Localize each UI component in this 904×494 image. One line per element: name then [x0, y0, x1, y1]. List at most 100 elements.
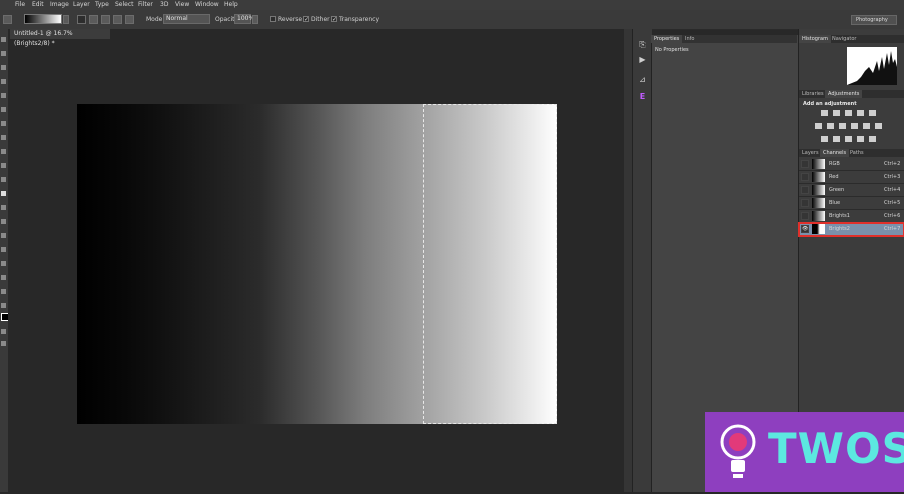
adjustment-icon[interactable]: ⊿ [637, 74, 648, 85]
gradient-preview[interactable] [24, 14, 62, 24]
menu-select[interactable]: Select [115, 1, 134, 8]
tab-paths[interactable]: Paths [847, 149, 867, 157]
tab-libraries[interactable]: Libraries [799, 90, 827, 98]
history-brush-tool-icon[interactable] [1, 163, 6, 168]
channel-shortcut: Ctrl+3 [884, 174, 901, 180]
tab-navigator[interactable]: Navigator [829, 35, 859, 43]
eyedropper-tool-icon[interactable] [1, 107, 6, 112]
reflected-gradient-button[interactable] [113, 15, 122, 24]
brightness-contrast-icon[interactable] [821, 110, 828, 116]
shape-tool-icon[interactable] [1, 275, 6, 280]
history-icon[interactable]: ⎘ [637, 39, 648, 50]
quick-mask-icon[interactable] [1, 329, 6, 334]
panel-divider[interactable] [624, 29, 632, 492]
channel-mixer-icon[interactable] [875, 123, 882, 129]
type-tool-icon[interactable] [1, 247, 6, 252]
channel-row-rgb[interactable]: RGB Ctrl+2 [799, 158, 904, 171]
visibility-toggle[interactable] [801, 160, 809, 168]
visibility-toggle[interactable] [801, 186, 809, 194]
marquee-tool-icon[interactable] [1, 51, 6, 56]
opacity-input[interactable]: 100% [234, 14, 254, 24]
crop-tool-icon[interactable] [1, 93, 6, 98]
menu-file[interactable]: File [15, 1, 25, 8]
threshold-icon[interactable] [845, 136, 852, 142]
menu-window[interactable]: Window [195, 1, 219, 8]
lightbulb-icon [720, 424, 756, 478]
invert-icon[interactable] [821, 136, 828, 142]
visibility-toggle[interactable] [801, 212, 809, 220]
tab-histogram[interactable]: Histogram [799, 35, 831, 43]
quick-selection-tool-icon[interactable] [1, 79, 6, 84]
path-selection-tool-icon[interactable] [1, 261, 6, 266]
tab-properties[interactable]: Properties [651, 35, 683, 43]
extension-icon[interactable]: E [637, 91, 648, 102]
dodge-tool-icon[interactable] [1, 219, 6, 224]
healing-brush-tool-icon[interactable] [1, 121, 6, 126]
channel-row-brights2[interactable]: 👁 Brights2 Ctrl+7 [798, 222, 904, 237]
menu-layer[interactable]: Layer [73, 1, 90, 8]
move-tool-icon[interactable] [1, 37, 6, 42]
mode-select[interactable]: Normal [163, 14, 210, 24]
black-white-icon[interactable] [851, 123, 858, 129]
tab-adjustments[interactable]: Adjustments [825, 90, 863, 98]
diamond-gradient-button[interactable] [125, 15, 134, 24]
opacity-dropdown-arrow[interactable] [252, 15, 258, 24]
tab-info[interactable]: Info [682, 35, 697, 43]
brush-tool-icon[interactable] [1, 135, 6, 140]
hue-saturation-icon[interactable] [827, 123, 834, 129]
lasso-tool-icon[interactable] [1, 65, 6, 70]
screen-mode-icon[interactable] [1, 341, 6, 346]
posterize-icon[interactable] [833, 136, 840, 142]
workspace-switcher[interactable]: Photography [851, 15, 897, 25]
photo-filter-icon[interactable] [863, 123, 870, 129]
angle-gradient-button[interactable] [101, 15, 110, 24]
vibrance-icon[interactable] [815, 123, 822, 129]
menu-type[interactable]: Type [95, 1, 109, 8]
document-tab[interactable]: Untitled-1 @ 16.7% (Brights2/8) * [10, 29, 110, 47]
channel-row-brights1[interactable]: Brights1 Ctrl+6 [799, 210, 904, 223]
channel-row-red[interactable]: Red Ctrl+3 [799, 171, 904, 184]
exposure-icon[interactable] [857, 110, 864, 116]
menu-edit[interactable]: Edit [32, 1, 44, 8]
clone-stamp-tool-icon[interactable] [1, 149, 6, 154]
channel-shortcut: Ctrl+5 [884, 200, 901, 206]
channel-shortcut: Ctrl+2 [884, 161, 901, 167]
tool-preset-picker[interactable] [3, 15, 12, 24]
eraser-tool-icon[interactable] [1, 177, 6, 182]
linear-gradient-button[interactable] [77, 15, 86, 24]
histogram-graph [847, 47, 897, 85]
menu-image[interactable]: Image [50, 1, 69, 8]
gradient-dropdown-arrow[interactable] [63, 15, 69, 24]
tab-layers[interactable]: Layers [799, 149, 822, 157]
blur-tool-icon[interactable] [1, 205, 6, 210]
play-actions-icon[interactable]: ▶ [637, 54, 648, 65]
options-bar: Mode: Normal Opacity: 100% Reverse ✓ Dit… [0, 10, 904, 30]
reverse-checkbox[interactable] [270, 16, 276, 22]
gradient-map-triangle-icon[interactable] [869, 110, 876, 116]
eye-icon[interactable]: 👁 [801, 225, 809, 233]
curves-icon[interactable] [845, 110, 852, 116]
menu-3d[interactable]: 3D [160, 1, 168, 8]
channel-row-green[interactable]: Green Ctrl+4 [799, 184, 904, 197]
transparency-checkbox[interactable]: ✓ [331, 16, 337, 23]
levels-icon[interactable] [833, 110, 840, 116]
selective-color-icon[interactable] [869, 136, 876, 142]
hand-tool-icon[interactable] [1, 289, 6, 294]
channel-name: Brights1 [829, 213, 850, 219]
dither-checkbox[interactable]: ✓ [303, 16, 309, 23]
tab-channels[interactable]: Channels [820, 149, 850, 157]
visibility-toggle[interactable] [801, 173, 809, 181]
reverse-label: Reverse [278, 16, 303, 23]
gradient-map-icon[interactable] [857, 136, 864, 142]
menu-view[interactable]: View [175, 1, 189, 8]
color-balance-icon[interactable] [839, 123, 846, 129]
radial-gradient-button[interactable] [89, 15, 98, 24]
pen-tool-icon[interactable] [1, 233, 6, 238]
menu-bar: File Edit Image Layer Type Select Filter… [0, 0, 904, 10]
channel-row-blue[interactable]: Blue Ctrl+5 [799, 197, 904, 210]
menu-help[interactable]: Help [224, 1, 238, 8]
visibility-toggle[interactable] [801, 199, 809, 207]
gradient-tool-icon[interactable] [1, 191, 6, 196]
zoom-tool-icon[interactable] [1, 303, 6, 308]
menu-filter[interactable]: Filter [138, 1, 153, 8]
